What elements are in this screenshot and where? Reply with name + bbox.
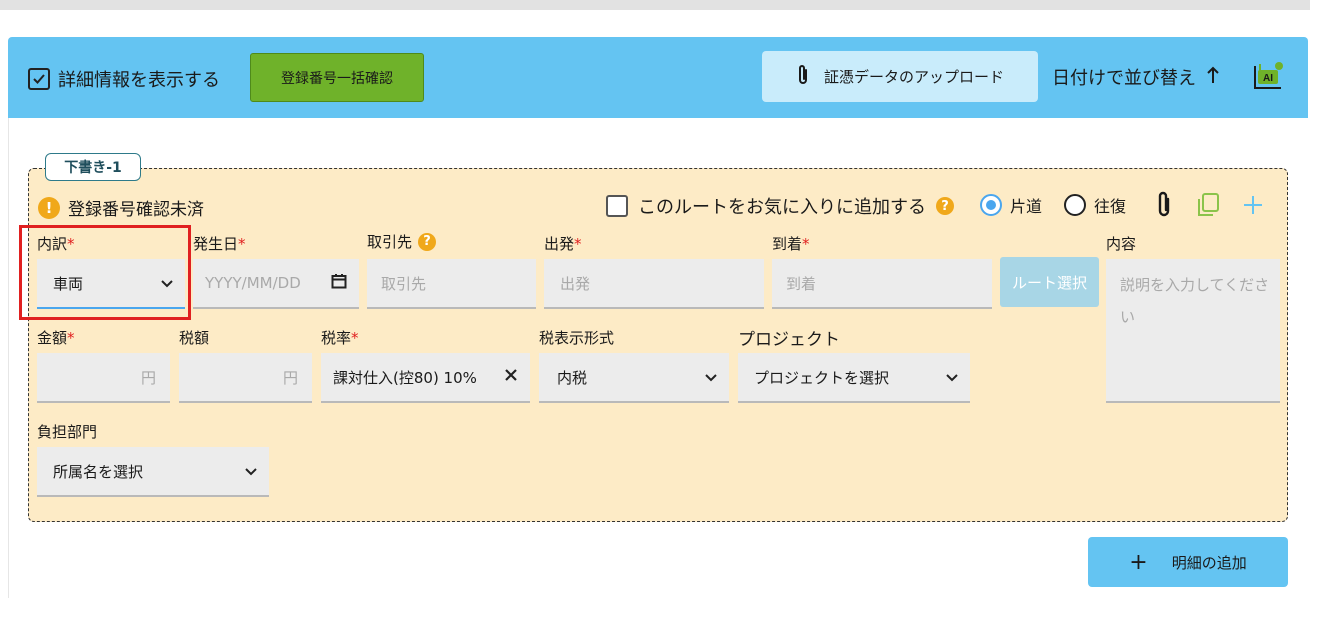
sort-by-date[interactable]: 日付けで並び替え [1052,64,1220,90]
project-value: プロジェクトを選択 [754,368,890,387]
tax-amount-label: 税額 [179,329,210,347]
project-select[interactable]: プロジェクトを選択 [738,353,970,403]
favorite-label: このルートをお気に入りに追加する [638,197,926,218]
departure-input[interactable]: 出発 [544,259,764,309]
departure-label: 出発* [544,235,582,253]
partner-input[interactable]: 取引先 [367,259,536,309]
partner-help-icon[interactable]: ? [418,232,437,251]
clear-icon[interactable] [504,368,518,386]
show-details-toggle[interactable]: 詳細情報を表示する [28,66,220,92]
row-actions [1154,190,1264,224]
amount-unit: 円 [140,368,156,387]
tax-amount-unit: 円 [282,368,298,387]
tax-amount-input[interactable]: 円 [179,353,312,403]
add-line-label: 明細の追加 [1171,553,1247,572]
content-label: 内容 [1106,235,1137,253]
arrival-label: 到着* [772,235,810,253]
checkbox-checked-icon[interactable] [28,68,50,90]
highlight-box [19,225,191,320]
roundtrip-radio[interactable] [1064,194,1087,216]
department-value: 所属名を選択 [53,462,144,481]
chevron-down-icon [705,368,717,386]
add-row-icon[interactable] [1242,194,1264,220]
chevron-down-icon [946,368,958,386]
tax-display-value: 内税 [557,368,588,387]
favorite-route[interactable]: このルートをお気に入りに追加する ? [606,193,954,219]
date-placeholder: YYYY/MM/DD [205,274,301,292]
plus-icon: + [1129,549,1148,575]
sort-label: 日付けで並び替え [1052,68,1196,89]
top-divider [0,0,1310,10]
upload-button[interactable]: 証憑データのアップロード [762,51,1038,102]
ai-text: AI [1263,73,1273,84]
draft-tag: 下書き-1 [45,153,141,181]
department-label: 負担部門 [37,423,98,441]
upload-label: 証憑データのアップロード [823,68,1004,86]
date-label: 発生日* [193,235,246,253]
arrival-input[interactable]: 到着 [772,259,992,309]
partner-label: 取引先? [367,231,437,252]
warning-icon: ! [38,196,60,219]
card-border [8,118,9,598]
tax-rate-select[interactable]: 課対仕入(控80) 10% [321,353,530,403]
show-details-label: 詳細情報を表示する [58,70,220,91]
content-textarea[interactable]: 説明を入力してください [1106,259,1280,403]
copy-icon[interactable] [1196,192,1220,222]
registration-warning: ! 登録番号確認未済 [38,195,204,220]
tax-rate-value: 課対仕入(控80) 10% [333,368,477,387]
arrow-up-icon [1206,65,1220,90]
tax-display-select[interactable]: 内税 [539,353,729,403]
amount-label: 金額* [37,329,75,347]
trip-type: 片道 往復 [980,193,1126,217]
department-select[interactable]: 所属名を選択 [37,447,269,497]
chevron-down-icon [245,462,257,480]
paperclip-icon [796,63,810,91]
roundtrip-label: 往復 [1094,197,1127,216]
bulk-confirm-button[interactable]: 登録番号一括確認 [250,53,424,102]
date-input[interactable]: YYYY/MM/DD [193,259,359,309]
warning-text: 登録番号確認未済 [68,200,204,220]
add-line-button[interactable]: + 明細の追加 [1088,537,1288,587]
route-select-button[interactable]: ルート選択 [1000,257,1099,307]
calendar-icon[interactable] [331,273,347,293]
help-icon[interactable]: ? [936,197,954,215]
tax-display-label: 税表示形式 [539,329,615,347]
oneway-radio[interactable] [980,194,1002,216]
project-label: プロジェクト [738,330,840,350]
amount-input[interactable]: 円 [37,353,170,403]
ai-assistant-icon[interactable]: AI [1252,61,1284,91]
tax-rate-label: 税率* [321,329,359,347]
favorite-checkbox[interactable] [606,195,628,217]
oneway-label: 片道 [1010,197,1043,216]
attach-icon[interactable] [1154,190,1174,224]
